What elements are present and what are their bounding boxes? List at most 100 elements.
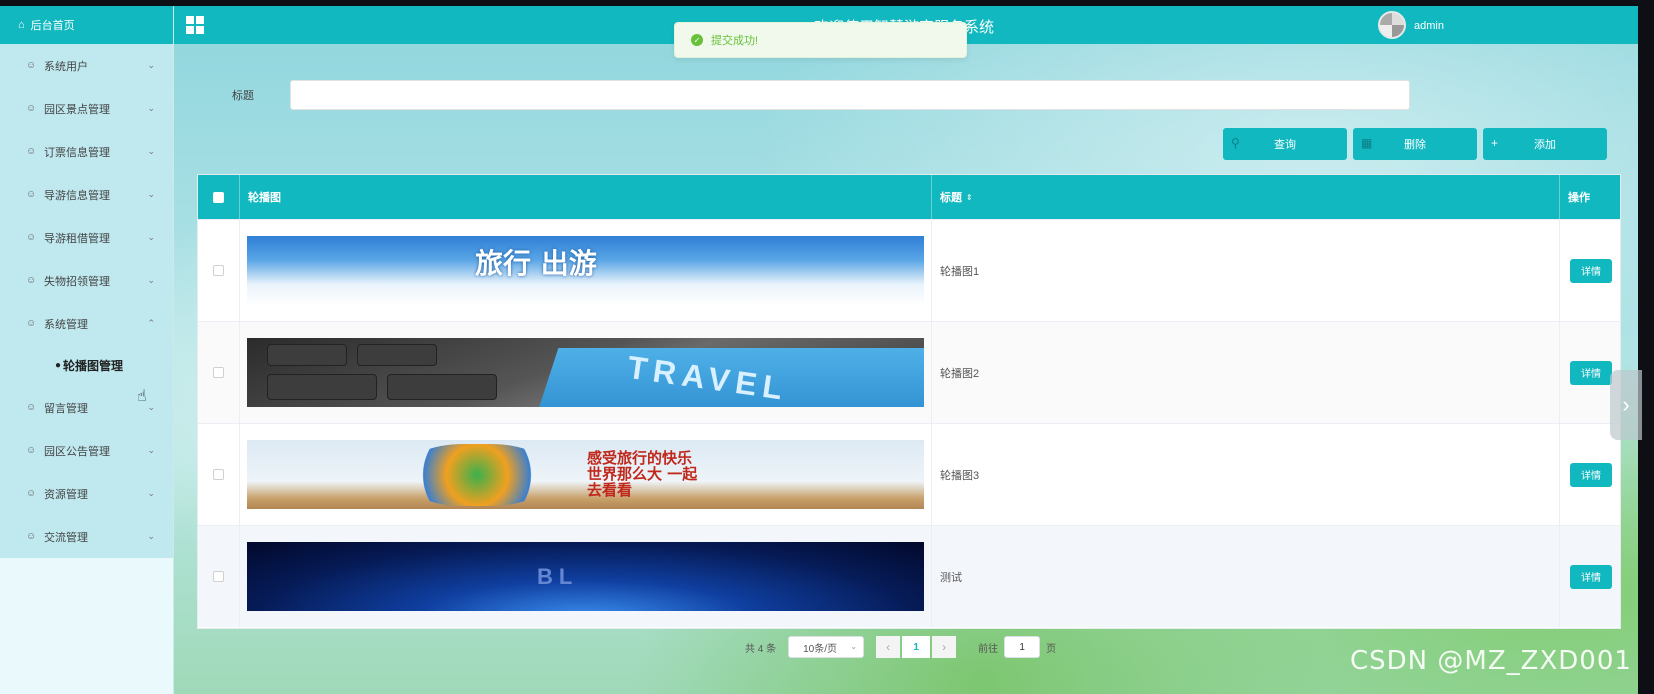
sidebar-item-announcements[interactable]: ☺ 园区公告管理 ⌄	[0, 429, 173, 472]
prev-page-button[interactable]: ‹	[876, 636, 901, 658]
row-select-cell	[198, 424, 240, 525]
column-header-label: 标题	[940, 192, 962, 204]
table-row: BL 测试 详情	[198, 525, 1620, 627]
sidebar-item-resources[interactable]: ☺ 资源管理 ⌄	[0, 472, 173, 515]
chevron-down-icon: ⌄	[147, 531, 155, 541]
chevron-down-icon: ⌄	[147, 232, 155, 242]
select-all-checkbox[interactable]	[213, 191, 224, 203]
page-suffix: 页	[1046, 643, 1057, 655]
watermark: CSDN @MZ_ZXD001	[1350, 646, 1632, 676]
sidebar-item-scenic-spots[interactable]: ☺ 园区景点管理 ⌄	[0, 87, 173, 130]
success-toast: ✓ 提交成功!	[674, 22, 967, 58]
current-page-button[interactable]: 1	[902, 636, 931, 658]
table-row: 感受旅行的快乐 世界那么大 一起去看看 轮播图3 详情	[198, 423, 1620, 525]
keyboard-key-shape	[267, 374, 377, 400]
page-size-select[interactable]: 10条/页 ⌄	[788, 636, 865, 658]
banner-cell: 旅行 出游	[240, 220, 932, 321]
user-icon: ☺	[26, 232, 37, 243]
detail-button[interactable]: 详情	[1570, 258, 1612, 283]
user-icon: ☺	[26, 402, 37, 413]
chevron-down-icon: ⌄	[147, 402, 155, 412]
sidebar-item-label: 系统管理	[44, 318, 88, 331]
sidebar-item-exchange[interactable]: ☺ 交流管理 ⌄	[0, 515, 173, 558]
table-row: 旅行 出游 轮播图1 详情	[198, 219, 1620, 321]
chevron-right-icon[interactable]: ›	[1610, 370, 1642, 440]
banner-text: 旅行 出游	[475, 247, 597, 280]
user-icon: ☺	[26, 103, 37, 114]
row-checkbox[interactable]	[213, 571, 224, 582]
action-cell: 详情	[1560, 424, 1622, 525]
chevron-up-icon: ⌃	[147, 318, 155, 328]
sidebar-item-system-users[interactable]: ☺ 系统用户 ⌄	[0, 44, 173, 87]
window-right-edge	[1638, 0, 1654, 694]
sidebar-item-label: 资源管理	[44, 488, 88, 501]
add-button-label: 添加	[1534, 139, 1556, 151]
goto-page-input[interactable]: 1	[1004, 636, 1041, 658]
username[interactable]: admin	[1414, 20, 1444, 32]
sidebar-item-lost-found[interactable]: ☺ 失物招领管理 ⌄	[0, 259, 173, 302]
chevron-down-icon: ⌄	[850, 642, 858, 651]
sidebar: ⌂ 后台首页 ☺ 系统用户 ⌄ ☺ 园区景点管理 ⌄ ☺ 订票信息管理 ⌄ ☺ …	[0, 6, 174, 694]
chevron-down-icon: ⌄	[147, 275, 155, 285]
sidebar-item-label: 订票信息管理	[44, 146, 110, 159]
detail-button[interactable]: 详情	[1570, 360, 1612, 385]
sort-icon[interactable]: ⇕	[966, 193, 973, 202]
title-cell: 测试	[932, 526, 1560, 627]
title-cell: 轮播图2	[932, 322, 1560, 423]
sidebar-item-label: 导游信息管理	[44, 189, 110, 202]
user-icon: ☺	[26, 531, 37, 542]
total-count: 共 4 条	[745, 643, 777, 655]
sidebar-item-guide-info[interactable]: ☺ 导游信息管理 ⌄	[0, 173, 173, 216]
chevron-down-icon: ⌄	[147, 189, 155, 199]
sidebar-item-label: 导游租借管理	[44, 232, 110, 245]
sidebar-item-ticket-orders[interactable]: ☺ 订票信息管理 ⌄	[0, 130, 173, 173]
row-checkbox[interactable]	[213, 265, 224, 276]
check-circle-icon: ✓	[691, 34, 703, 46]
sidebar-item-label: 交流管理	[44, 531, 88, 544]
chevron-down-icon: ⌄	[147, 146, 155, 156]
row-checkbox[interactable]	[213, 367, 224, 378]
title-search-input[interactable]	[290, 80, 1410, 110]
title-cell: 轮播图3	[932, 424, 1560, 525]
query-button-label: 查询	[1274, 139, 1296, 151]
chevron-down-icon: ⌄	[147, 103, 155, 113]
sidebar-item-guide-rental[interactable]: ☺ 导游租借管理 ⌄	[0, 216, 173, 259]
sidebar-item-label: 园区公告管理	[44, 445, 110, 458]
next-page-button[interactable]: ›	[932, 636, 957, 658]
column-header-actions: 操作	[1568, 192, 1590, 204]
column-header-title[interactable]: 标题 ⇕	[932, 175, 1560, 219]
user-icon: ☺	[26, 146, 37, 157]
plus-icon: +	[1491, 136, 1499, 150]
sidebar-menu: ☺ 系统用户 ⌄ ☺ 园区景点管理 ⌄ ☺ 订票信息管理 ⌄ ☺ 导游信息管理 …	[0, 44, 173, 558]
banner-cell: 感受旅行的快乐 世界那么大 一起去看看	[240, 424, 932, 525]
user-icon: ☺	[26, 488, 37, 499]
chevron-down-icon: ⌄	[147, 445, 155, 455]
banner-text: BL	[537, 564, 579, 589]
page-size-value: 10条/页	[803, 643, 838, 655]
luggage-balloons-shape	[407, 444, 547, 506]
keyboard-key-shape	[387, 374, 497, 400]
pagination: 共 4 条 10条/页 ⌄ ‹ 1 › 前往 1 页	[745, 636, 1056, 658]
sidebar-home[interactable]: ⌂ 后台首页	[0, 6, 173, 44]
grid-menu-icon[interactable]	[186, 16, 204, 34]
user-icon: ☺	[26, 275, 37, 286]
detail-button[interactable]: 详情	[1570, 564, 1612, 589]
row-checkbox[interactable]	[213, 469, 224, 480]
sidebar-subitem-carousel[interactable]: ● 轮播图管理	[0, 345, 173, 386]
avatar[interactable]	[1378, 11, 1406, 39]
select-all-cell	[198, 175, 240, 219]
search-icon: ⚲	[1231, 136, 1240, 150]
home-icon: ⌂	[18, 19, 25, 31]
goto-label: 前往	[978, 643, 999, 655]
query-button[interactable]: ⚲ 查询	[1223, 128, 1347, 160]
add-button[interactable]: + 添加	[1483, 128, 1607, 160]
delete-button[interactable]: ▦ 删除	[1353, 128, 1477, 160]
banner-image: BL	[247, 542, 924, 611]
detail-button[interactable]: 详情	[1570, 462, 1612, 487]
chevron-down-icon: ⌄	[147, 488, 155, 498]
trash-icon: ▦	[1361, 136, 1373, 150]
mouse-pointer-icon: ☝	[137, 388, 147, 405]
banner-image: 感受旅行的快乐 世界那么大 一起去看看	[247, 440, 924, 509]
sidebar-item-messages[interactable]: ☺ 留言管理 ⌄	[0, 386, 173, 429]
sidebar-item-system-management[interactable]: ☺ 系统管理 ⌃	[0, 302, 173, 345]
